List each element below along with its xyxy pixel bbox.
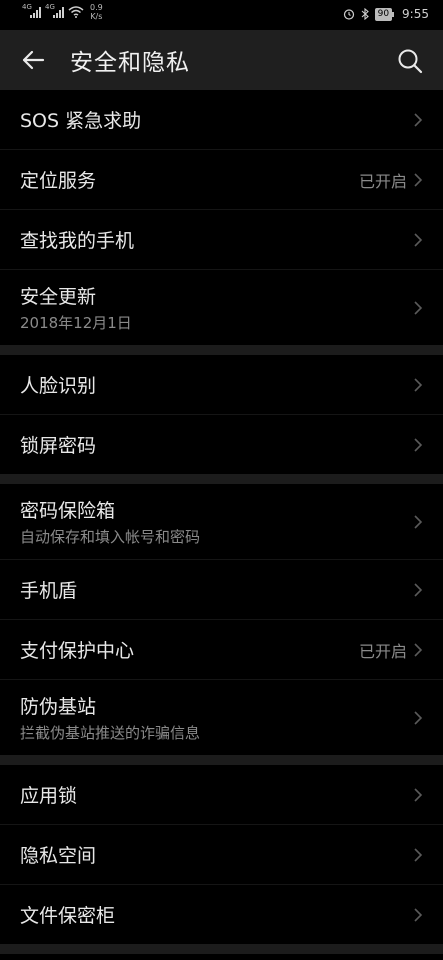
app-bar: 安全和隐私 bbox=[0, 30, 443, 90]
status-left: 4G 4G 0.9 K/s bbox=[22, 3, 103, 21]
page-title: 安全和隐私 bbox=[70, 50, 190, 76]
status-right: 90 9:55 bbox=[343, 7, 429, 21]
setting-subtitle: 2018年12月1日 bbox=[20, 314, 132, 332]
setting-lock-screen-password[interactable]: 锁屏密码 bbox=[0, 415, 443, 474]
group-divider bbox=[0, 944, 443, 954]
setting-app-lock[interactable]: 应用锁 bbox=[0, 765, 443, 825]
settings-group-3: 密码保险箱 自动保存和填入帐号和密码 手机盾 支付保护中心 已开启 防伪基站 拦… bbox=[0, 484, 443, 755]
chevron-right-icon bbox=[414, 642, 423, 657]
chevron-right-icon bbox=[414, 112, 423, 127]
status-text: 已开启 bbox=[358, 641, 407, 661]
alarm-icon bbox=[343, 9, 354, 20]
group-divider bbox=[0, 474, 443, 484]
bluetooth-icon bbox=[361, 8, 369, 20]
setting-label: 手机盾 bbox=[20, 580, 78, 602]
settings-group-1: SOS 紧急求助 定位服务 已开启 查找我的手机 安全更新 2018年12月1日 bbox=[0, 90, 443, 345]
network-speed: 0.9 K/s bbox=[90, 3, 103, 21]
chevron-right-icon bbox=[414, 582, 423, 597]
chevron-right-icon bbox=[414, 514, 423, 529]
settings-group-2: 人脸识别 锁屏密码 bbox=[0, 355, 443, 474]
setting-security-update[interactable]: 安全更新 2018年12月1日 bbox=[0, 270, 443, 345]
search-icon[interactable] bbox=[397, 48, 423, 74]
setting-label: 文件保密柜 bbox=[20, 905, 116, 927]
battery-icon: 90 bbox=[374, 7, 395, 21]
chevron-right-icon bbox=[414, 232, 423, 247]
setting-phone-shield[interactable]: 手机盾 bbox=[0, 560, 443, 620]
back-arrow-icon[interactable] bbox=[20, 47, 46, 73]
chevron-right-icon bbox=[414, 300, 423, 315]
chevron-right-icon bbox=[414, 847, 423, 862]
wifi-icon bbox=[68, 6, 84, 18]
setting-payment-protection[interactable]: 支付保护中心 已开启 bbox=[0, 620, 443, 680]
setting-label: 锁屏密码 bbox=[20, 435, 97, 457]
chevron-right-icon bbox=[414, 787, 423, 802]
setting-label: SOS 紧急求助 bbox=[20, 110, 142, 132]
setting-face-recognition[interactable]: 人脸识别 bbox=[0, 355, 443, 415]
network-type-label: 4G bbox=[22, 3, 32, 11]
setting-private-space[interactable]: 隐私空间 bbox=[0, 825, 443, 885]
signal-icon: 4G bbox=[45, 3, 64, 18]
clock: 9:55 bbox=[402, 7, 429, 21]
setting-file-safe[interactable]: 文件保密柜 bbox=[0, 885, 443, 944]
group-divider bbox=[0, 755, 443, 765]
setting-label: 防伪基站 bbox=[20, 696, 97, 718]
chevron-right-icon bbox=[414, 172, 423, 187]
setting-fake-base-station[interactable]: 防伪基站 拦截伪基站推送的诈骗信息 bbox=[0, 680, 443, 755]
setting-label: 隐私空间 bbox=[20, 845, 97, 867]
setting-find-my-phone[interactable]: 查找我的手机 bbox=[0, 210, 443, 270]
chevron-right-icon bbox=[414, 907, 423, 922]
setting-subtitle: 自动保存和填入帐号和密码 bbox=[20, 528, 201, 546]
setting-label: 查找我的手机 bbox=[20, 230, 135, 252]
group-divider bbox=[0, 345, 443, 355]
setting-password-vault[interactable]: 密码保险箱 自动保存和填入帐号和密码 bbox=[0, 484, 443, 560]
setting-label: 安全更新 bbox=[20, 286, 97, 308]
chevron-right-icon bbox=[414, 377, 423, 392]
network-type-label: 4G bbox=[45, 3, 55, 11]
setting-label: 人脸识别 bbox=[20, 375, 97, 397]
setting-location[interactable]: 定位服务 已开启 bbox=[0, 150, 443, 210]
setting-label: 密码保险箱 bbox=[20, 500, 116, 522]
settings-group-4: 应用锁 隐私空间 文件保密柜 bbox=[0, 765, 443, 944]
chevron-right-icon bbox=[414, 437, 423, 452]
chevron-right-icon bbox=[414, 710, 423, 725]
setting-subtitle: 拦截伪基站推送的诈骗信息 bbox=[20, 724, 201, 742]
setting-sos[interactable]: SOS 紧急求助 bbox=[0, 90, 443, 150]
signal-icon: 4G bbox=[22, 3, 41, 18]
status-bar: 4G 4G 0.9 K/s 90 9:55 bbox=[0, 0, 443, 30]
setting-label: 应用锁 bbox=[20, 785, 78, 807]
status-text: 已开启 bbox=[358, 171, 407, 191]
